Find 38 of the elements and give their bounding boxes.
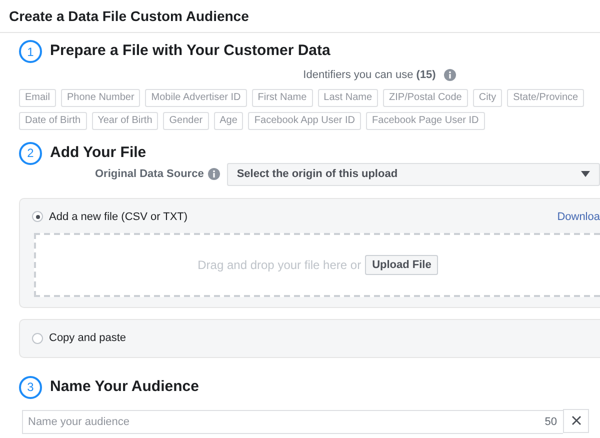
- caret-icon: [581, 171, 590, 177]
- identifier-tag: Facebook Page User ID: [366, 112, 485, 130]
- identifier-tag: Phone Number: [61, 88, 140, 106]
- drop-text: Drag and drop your file here or: [198, 257, 362, 274]
- identifier-tag: City: [472, 88, 502, 106]
- source-select[interactable]: Select the origin of this upload: [226, 162, 600, 186]
- step-heading: Name Your Audience: [50, 376, 199, 397]
- step-number: 1: [19, 40, 42, 63]
- option-label: Add a new file (CSV or TXT): [49, 210, 188, 224]
- source-label: Original Data Source: [95, 166, 204, 182]
- step-number: 3: [19, 376, 42, 398]
- info-icon: [444, 69, 456, 82]
- identifiers-label: Identifiers you can use (15): [303, 68, 436, 83]
- close-button[interactable]: [563, 408, 589, 432]
- option-label: Copy and paste: [49, 331, 126, 346]
- info-icon: [208, 168, 220, 180]
- identifier-tag: Facebook App User ID: [248, 112, 362, 130]
- step-heading: Add Your File: [50, 142, 146, 163]
- identifier-tag: First Name: [252, 88, 313, 106]
- close-icon: [572, 416, 580, 425]
- radio-button[interactable]: [32, 211, 43, 222]
- identifier-tag: Age: [214, 112, 244, 130]
- step-heading: Prepare a File with Your Customer Data: [50, 41, 330, 62]
- identifier-tag: State/Province: [507, 88, 584, 106]
- step-number: 2: [19, 142, 42, 164]
- identifier-tag: ZIP/Postal Code: [383, 88, 468, 106]
- upload-file-button[interactable]: Upload File: [365, 255, 438, 275]
- radio-button[interactable]: [32, 332, 43, 344]
- character-counter: 50: [544, 414, 557, 430]
- identifier-tag: Date of Birth: [19, 112, 87, 130]
- drop-zone[interactable]: Drag and drop your file here or Upload File: [34, 233, 600, 297]
- identifier-tag: Mobile Advertiser ID: [145, 88, 247, 106]
- download-link[interactable]: Downloa: [557, 208, 600, 225]
- identifier-tag: Email: [19, 88, 56, 106]
- identifier-tag: Year of Birth: [92, 112, 158, 130]
- identifier-tag: Last Name: [318, 88, 378, 106]
- dialog-title: Create a Data File Custom Audience: [9, 6, 249, 26]
- identifier-tag: Gender: [163, 112, 209, 130]
